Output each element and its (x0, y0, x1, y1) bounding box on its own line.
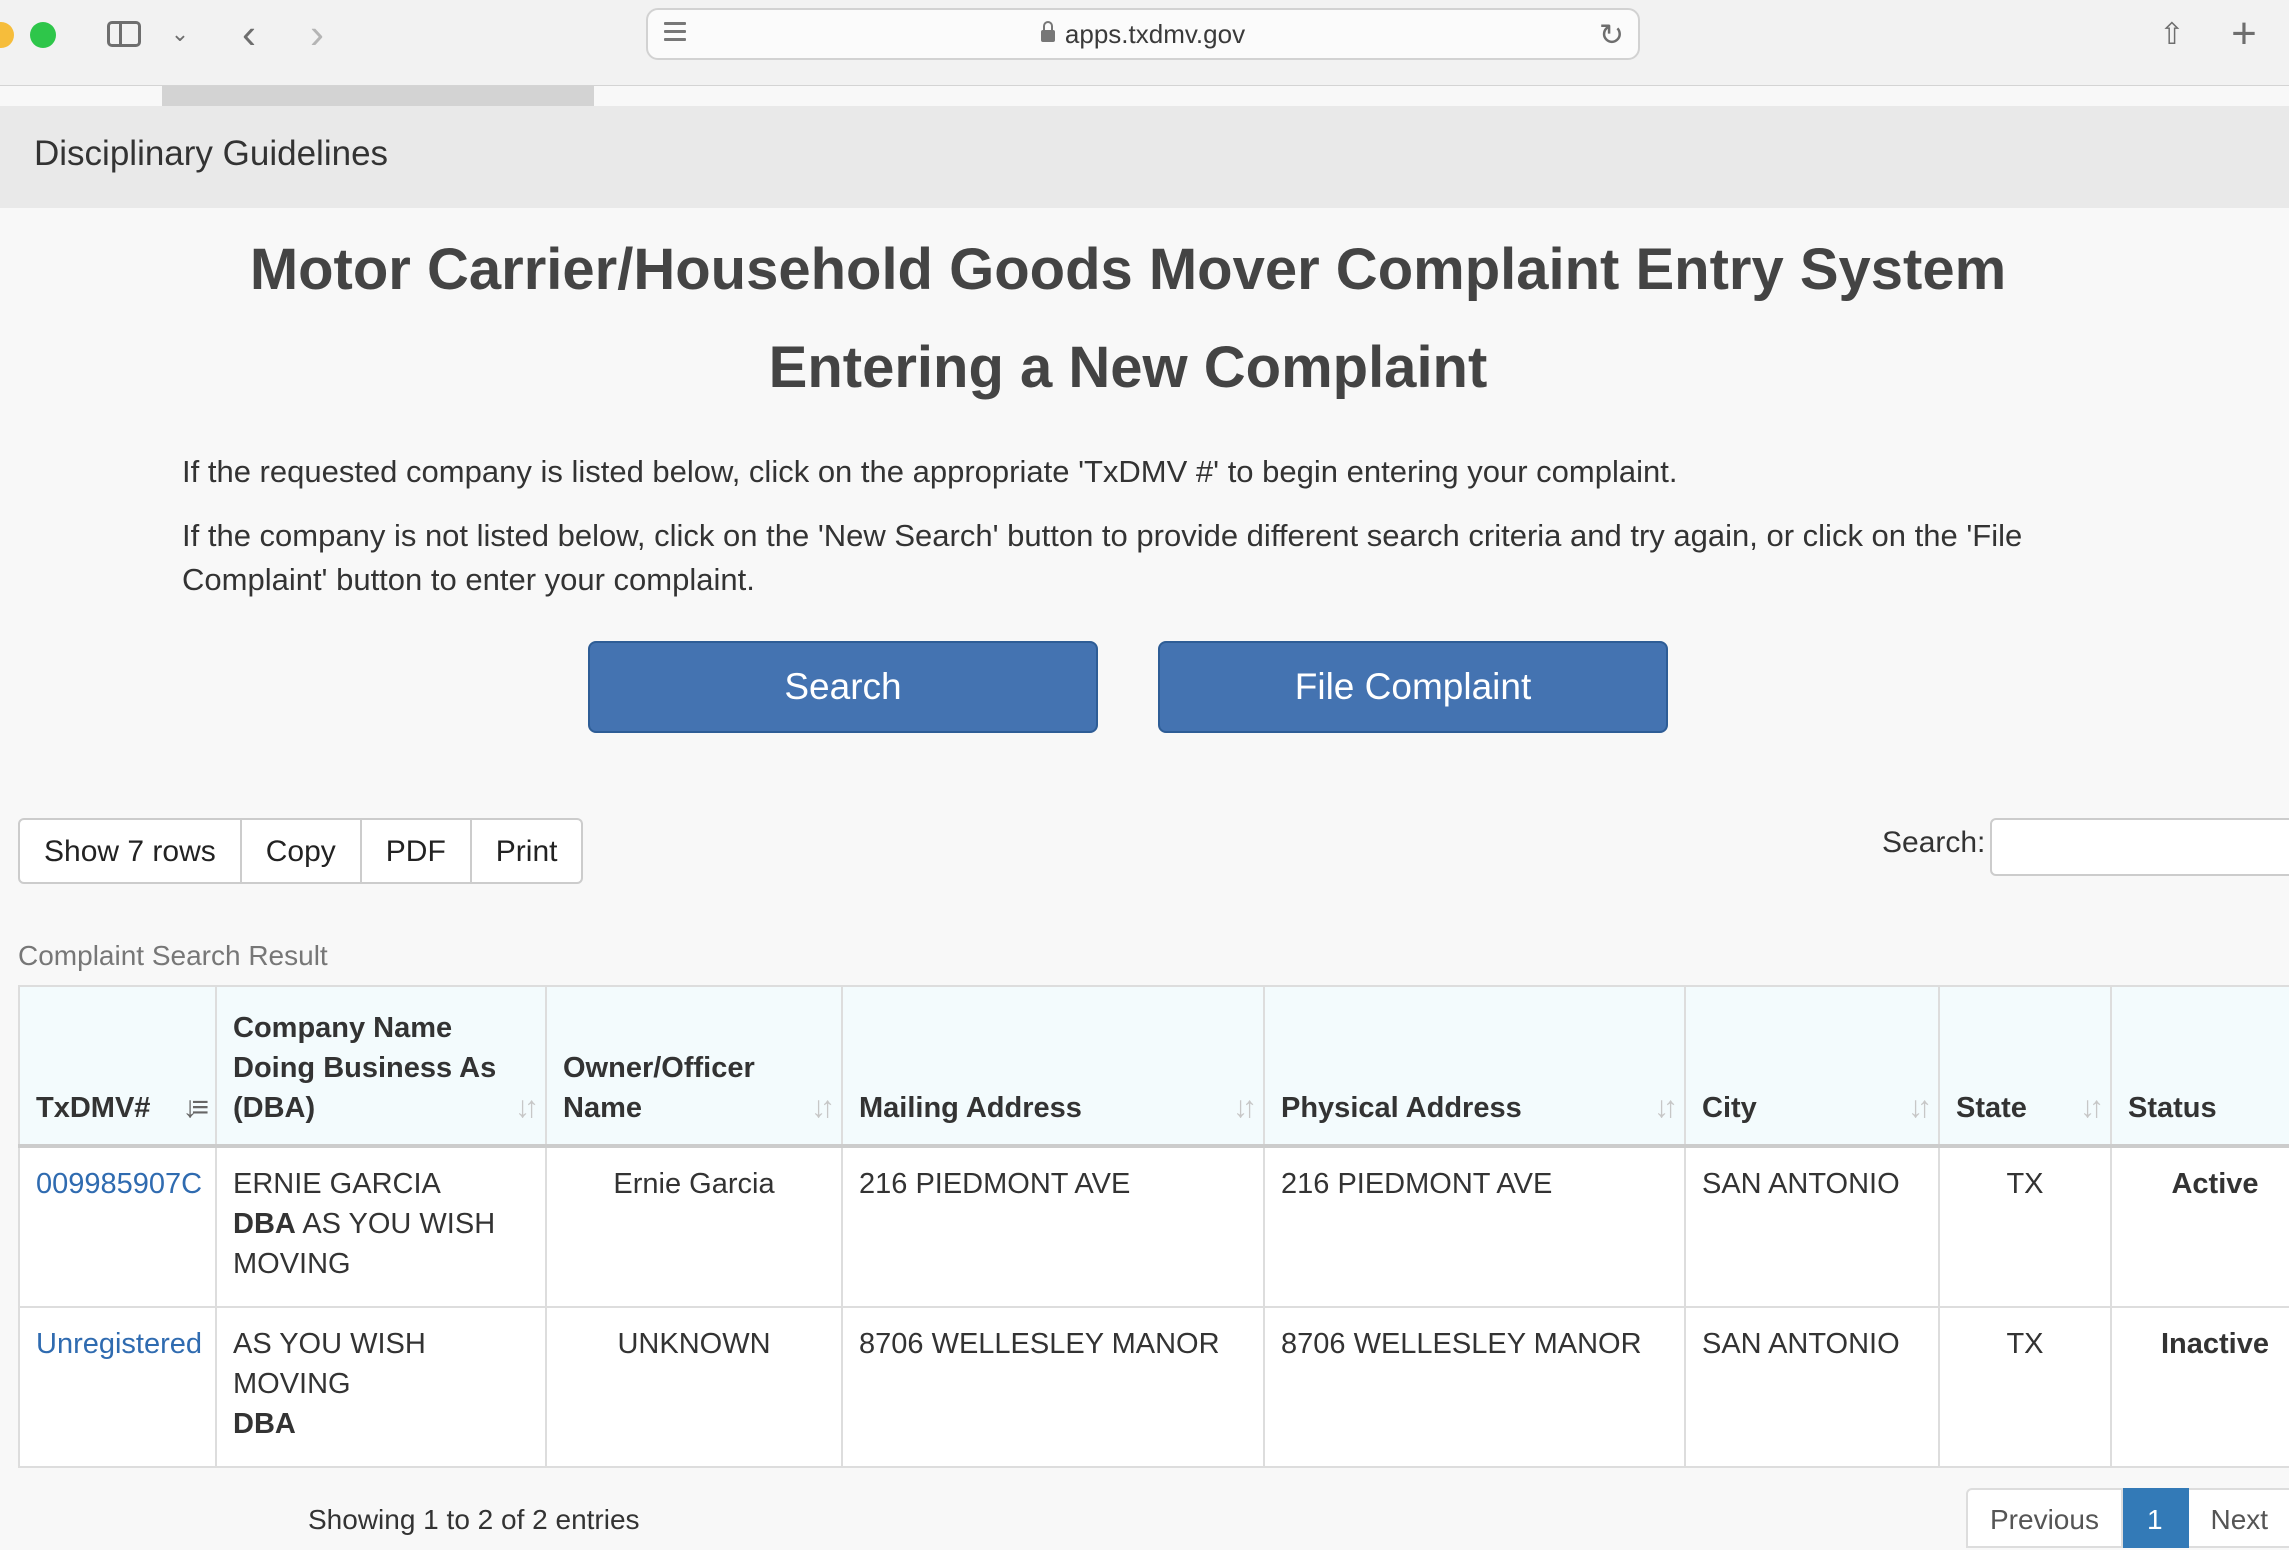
zoom-window-button[interactable] (30, 22, 56, 48)
city-cell: SAN ANTONIO (1684, 1145, 1940, 1308)
state-cell: TX (1938, 1306, 2112, 1468)
owner-cell: UNKNOWN (545, 1306, 843, 1468)
page-subtitle: Entering a New Complaint (768, 335, 1488, 400)
minimize-window-button[interactable] (0, 22, 14, 48)
url-text: apps.txdmv.gov (1064, 19, 1246, 49)
share-icon[interactable]: ⇧ (2152, 14, 2192, 54)
column-header-mailing-address[interactable]: Mailing Address ↓↑ (841, 985, 1265, 1148)
mailing-address-cell: 8706 WELLESLEY MANOR (841, 1306, 1265, 1468)
company-cell: ERNIE GARCIA DBA AS YOU WISH MOVING (215, 1145, 547, 1308)
results-table: TxDMV# ↓≡ Company Name Doing Business As … (18, 985, 2289, 1468)
sort-icon: ↓↑ (1654, 1091, 1678, 1124)
physical-address-cell: 8706 WELLESLEY MANOR (1263, 1306, 1686, 1468)
pagination: Previous 1 Next (1966, 1488, 2289, 1548)
column-header-owner[interactable]: Owner/Officer Name ↓↑ (545, 985, 843, 1148)
file-complaint-button[interactable]: File Complaint (1158, 641, 1668, 733)
column-header-state[interactable]: State ↓↑ (1938, 985, 2112, 1148)
sort-icon: ↓↑ (515, 1091, 539, 1124)
table-header-row: TxDMV# ↓≡ Company Name Doing Business As … (18, 985, 2289, 1148)
forward-icon[interactable]: › (300, 10, 334, 57)
table-export-buttons: Show 7 rows Copy PDF Print (18, 818, 584, 884)
column-header-physical-address[interactable]: Physical Address ↓↑ (1263, 985, 1686, 1148)
sidebar-toggle-icon[interactable] (104, 14, 144, 54)
table-search-input[interactable] (1990, 818, 2289, 876)
chevron-down-icon[interactable]: ⌄ (168, 14, 192, 54)
table-info: Showing 1 to 2 of 2 entries (308, 1504, 640, 1535)
table-search-label: Search: (1882, 826, 1986, 859)
city-cell: SAN ANTONIO (1684, 1306, 1940, 1468)
show-rows-button[interactable]: Show 7 rows (18, 818, 242, 884)
instruction-text-2: If the company is not listed below, clic… (182, 518, 2023, 597)
tab-indicator (162, 86, 594, 106)
txdmv-link[interactable]: Unregistered (36, 1328, 202, 1360)
next-page-button[interactable]: Next (2188, 1488, 2289, 1548)
page-1-button[interactable]: 1 (2122, 1488, 2189, 1548)
copy-button[interactable]: Copy (241, 818, 362, 884)
page-title: Motor Carrier/Household Goods Mover Comp… (249, 237, 2007, 302)
search-button[interactable]: Search (588, 641, 1098, 733)
reload-icon[interactable]: ↻ (1599, 18, 1624, 53)
column-header-status[interactable]: Status↓↑ (2110, 985, 2289, 1148)
column-header-txdmv[interactable]: TxDMV# ↓≡ (18, 985, 217, 1148)
physical-address-cell: 216 PIEDMONT AVE (1263, 1145, 1686, 1308)
back-icon[interactable]: ‹ (232, 10, 266, 57)
owner-cell: Ernie Garcia (545, 1145, 843, 1308)
print-button[interactable]: Print (471, 818, 584, 884)
table-row: Unregistered AS YOU WISH MOVING DBA UNKNO… (18, 1306, 2289, 1468)
lock-icon (1040, 21, 1055, 42)
previous-page-button[interactable]: Previous (1966, 1488, 2123, 1548)
instruction-text-1: If the requested company is listed below… (182, 454, 1678, 489)
sort-icon: ↓≡ (182, 1091, 208, 1124)
state-cell: TX (1938, 1145, 2112, 1308)
txdmv-link[interactable]: 009985907C (36, 1168, 202, 1200)
company-cell: AS YOU WISH MOVING DBA (215, 1306, 547, 1468)
site-nav: Disciplinary Guidelines (0, 106, 2289, 208)
browser-toolbar: ⌄ ‹ › apps.txdmv.gov ↻ ⇧ + (0, 0, 2289, 86)
column-header-company[interactable]: Company Name Doing Business As (DBA) ↓↑ (215, 985, 547, 1148)
address-bar[interactable]: apps.txdmv.gov ↻ (646, 8, 1640, 60)
new-tab-icon[interactable]: + (2224, 9, 2264, 58)
table-row: 009985907C ERNIE GARCIA DBA AS YOU WISH M… (18, 1145, 2289, 1308)
status-badge: Inactive (2110, 1306, 2289, 1468)
sort-icon: ↓↑ (1233, 1091, 1257, 1124)
column-header-city[interactable]: City ↓↑ (1684, 985, 1940, 1148)
sort-icon: ↓↑ (2080, 1091, 2104, 1124)
table-caption: Complaint Search Result (18, 940, 328, 971)
sort-icon: ↓↑ (811, 1091, 835, 1124)
nav-link-disciplinary-guidelines[interactable]: Disciplinary Guidelines (34, 134, 388, 174)
status-badge: Active (2110, 1145, 2289, 1308)
pdf-button[interactable]: PDF (361, 818, 472, 884)
sort-icon: ↓↑ (1908, 1091, 1932, 1124)
mailing-address-cell: 216 PIEDMONT AVE (841, 1145, 1265, 1308)
